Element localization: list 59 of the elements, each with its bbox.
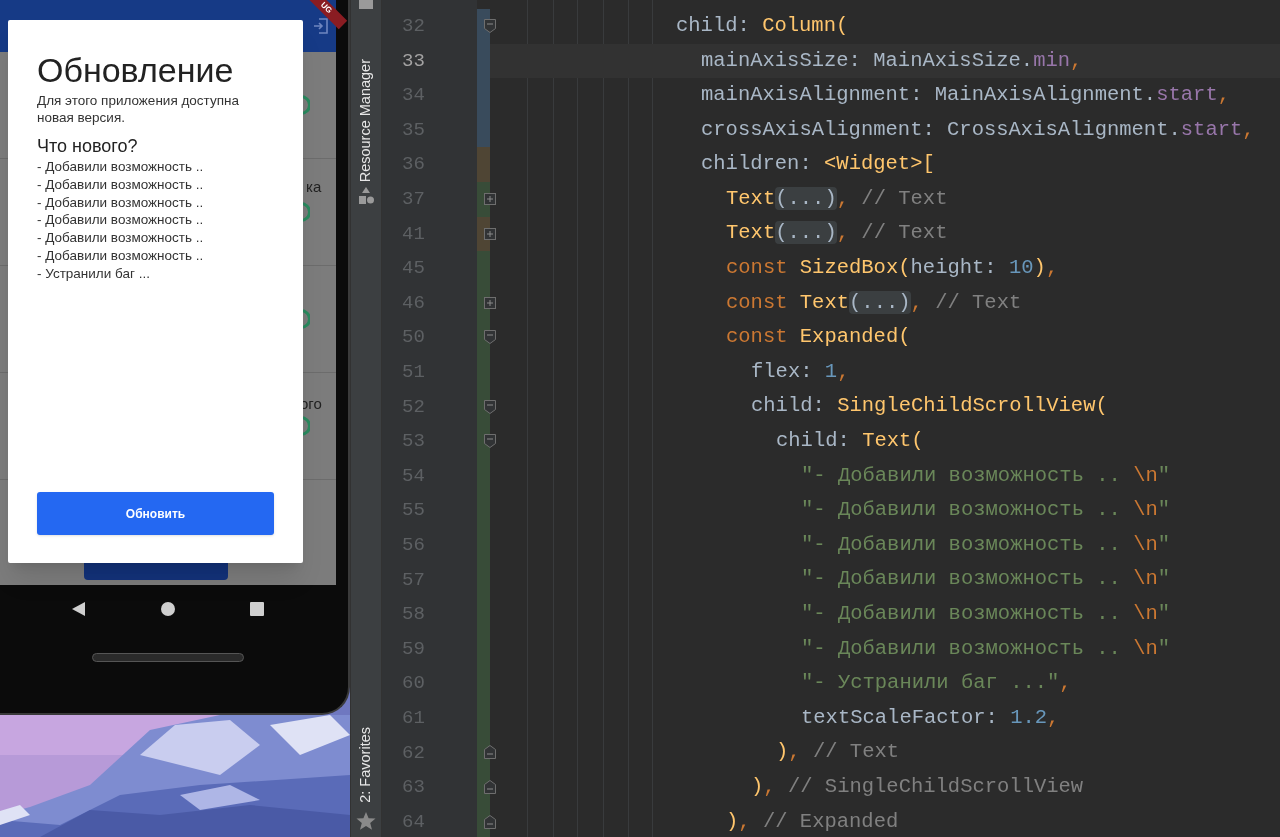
code-text: child: Column(	[676, 12, 849, 39]
ring-icon	[301, 416, 310, 436]
expand-icon[interactable]	[484, 227, 496, 240]
code-text: mainAxisAlignment: MainAxisAlignment.start,	[701, 82, 1230, 109]
change-item: - Добавили возможность ..	[37, 229, 205, 247]
whats-new-heading: Что нового?	[37, 135, 139, 157]
code-text: ), // Text	[776, 739, 900, 766]
code-text: flex: 1,	[751, 358, 850, 385]
change-item: - Устранили баг ...	[37, 264, 151, 283]
ring-icon	[301, 202, 310, 222]
change-item: - Добавили возможность ..	[37, 158, 205, 176]
code-text: textScaleFactor: 1.2,	[801, 704, 1060, 731]
collapse-icon[interactable]	[484, 745, 496, 760]
change-item: - Добавили возможность ..	[37, 211, 205, 230]
collapse-icon[interactable]	[484, 19, 496, 33]
collapse-icon[interactable]	[484, 330, 496, 345]
update-button[interactable]: Обновить	[37, 492, 274, 535]
code-text: "- Добавили возможность .. \n"	[801, 497, 1171, 524]
home-icon[interactable]	[161, 602, 175, 616]
dialog-message: Для этого приложения доступна новая версия.	[37, 92, 240, 126]
ring-icon	[301, 95, 310, 115]
change-item: - Добавили возможность ..	[37, 175, 205, 194]
code-text: children: <Widget>[	[701, 151, 935, 178]
code-text: "- Добавили возможность .. \n"	[801, 531, 1171, 558]
code-text: "- Добавили возможность .. \n"	[801, 601, 1171, 627]
code-text: Text(...), // Text	[726, 185, 948, 212]
collapse-icon[interactable]	[484, 814, 496, 829]
line-number: 33	[402, 48, 425, 74]
code-text: const Expanded(	[726, 324, 911, 351]
change-item: - Добавили возможность ..	[37, 193, 205, 212]
code-text: "- Добавили возможность .. \n"	[801, 566, 1171, 593]
code-text: ), // Expanded	[726, 808, 899, 835]
collapse-icon[interactable]	[484, 780, 496, 795]
collapse-icon[interactable]	[484, 399, 496, 414]
expand-icon[interactable]	[484, 192, 496, 205]
star-icon	[356, 811, 376, 831]
change-item: - Добавили возможность ..	[37, 247, 205, 265]
tool-window-tab[interactable]: Resource Manager	[355, 59, 377, 183]
code-text: "- Добавили возможность .. \n"	[801, 462, 1171, 489]
back-icon[interactable]	[71, 602, 86, 616]
recents-icon[interactable]	[250, 602, 265, 616]
tool-window-tab[interactable]: 2: Favorites	[355, 727, 377, 803]
shapes-icon	[358, 187, 374, 206]
code-text: Text(...), // Text	[726, 220, 948, 247]
code-text: "- Устранили баг ...",	[801, 670, 1072, 697]
collapse-icon[interactable]	[484, 434, 496, 449]
list-item-title: ка	[306, 177, 322, 197]
dialog-title: Обновление	[37, 50, 235, 90]
code-text: crossAxisAlignment: CrossAxisAlignment.start,	[701, 116, 1255, 143]
code-text: ), // SingleChildScrollView	[751, 774, 1084, 800]
code-text: const SizedBox(height: 10),	[726, 255, 1059, 282]
code-text: "- Добавили возможность .. \n"	[801, 635, 1171, 662]
ring-icon	[301, 309, 310, 329]
code-text: child: SingleChildScrollView(	[751, 393, 1108, 420]
code-text: child: Text(	[776, 428, 924, 455]
code-text: const Text(...), // Text	[726, 289, 1022, 316]
logout-icon[interactable]	[312, 17, 330, 35]
expand-icon[interactable]	[484, 296, 496, 309]
code-text: mainAxisSize: MainAxisSize.min,	[701, 47, 1083, 74]
